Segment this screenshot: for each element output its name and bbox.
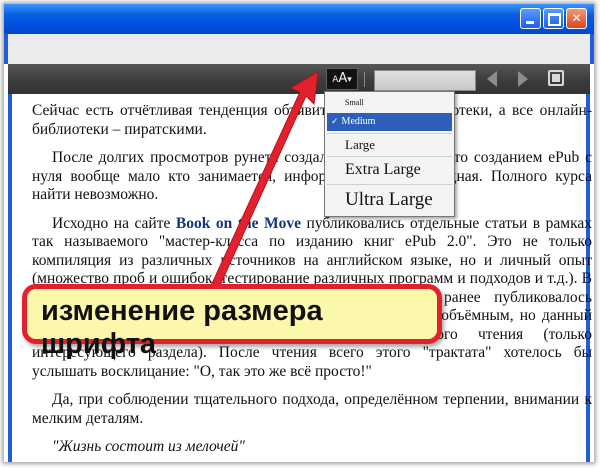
maximize-icon <box>548 13 561 26</box>
title-bar: ✕ <box>4 4 594 34</box>
next-page-icon[interactable] <box>518 71 528 87</box>
fullscreen-icon[interactable] <box>548 70 564 86</box>
paragraph: Да, при соблюдении тщательного подхода, … <box>32 391 592 427</box>
annotation-label: изменение размера шрифта <box>41 295 323 360</box>
font-size-icon-big: A <box>338 71 348 86</box>
minimize-button[interactable] <box>520 8 541 29</box>
menu-divider <box>327 133 452 134</box>
prev-page-icon[interactable] <box>487 71 497 87</box>
chevron-down-icon: ▾ <box>347 75 352 85</box>
menu-item-large[interactable]: Large <box>327 135 452 155</box>
reader-toolbar: AA▾ <box>8 64 590 94</box>
menu-item-small[interactable]: Small <box>327 95 452 111</box>
app-window: ✕ AA▾ Сейчас есть отчётливая тенденция о… <box>4 4 594 462</box>
checkmark-icon: ✓ <box>331 117 339 127</box>
menu-item-ultra-large[interactable]: Ultra Large <box>327 186 452 214</box>
book-content: Сейчас есть отчётливая тенденция объявит… <box>8 94 592 462</box>
menu-divider <box>327 184 452 185</box>
paragraph-text: Исходно на сайте <box>52 214 176 232</box>
paragraph: "Жизнь состоит из мелочей" <box>32 438 592 457</box>
annotation-callout: изменение размера шрифта <box>22 284 442 360</box>
menu-item-extra-large[interactable]: Extra Large <box>327 158 452 182</box>
menu-item-label: Extra Large <box>345 161 421 178</box>
quote-text: "Жизнь состоит из мелочей" <box>52 438 245 455</box>
paragraph: После долгих просмотров рунета создалось… <box>32 149 592 203</box>
book-on-the-move-link[interactable]: Book on the Move <box>176 215 301 232</box>
menu-item-label: Ultra Large <box>345 189 433 210</box>
close-icon: ✕ <box>571 11 582 25</box>
menu-divider <box>327 156 452 157</box>
menu-item-label: Small <box>345 98 364 107</box>
menu-item-medium[interactable]: ✓ Medium <box>327 113 452 131</box>
menu-item-label: Large <box>345 137 376 152</box>
font-size-menu: Small ✓ Medium Large Extra Large Ultra La… <box>324 91 455 217</box>
menu-bar <box>4 34 594 64</box>
book-text: Сейчас есть отчётливая тенденция объявит… <box>32 102 592 462</box>
font-size-button[interactable]: AA▾ <box>326 68 358 90</box>
maximize-button[interactable] <box>543 8 564 29</box>
toolbar-divider <box>364 72 365 87</box>
page-slider-field[interactable] <box>374 70 476 91</box>
paragraph: Сейчас есть отчётливая тенденция объявит… <box>32 102 592 138</box>
minimize-icon <box>526 21 534 24</box>
menu-item-label: Medium <box>341 116 376 127</box>
close-button[interactable]: ✕ <box>566 8 587 29</box>
